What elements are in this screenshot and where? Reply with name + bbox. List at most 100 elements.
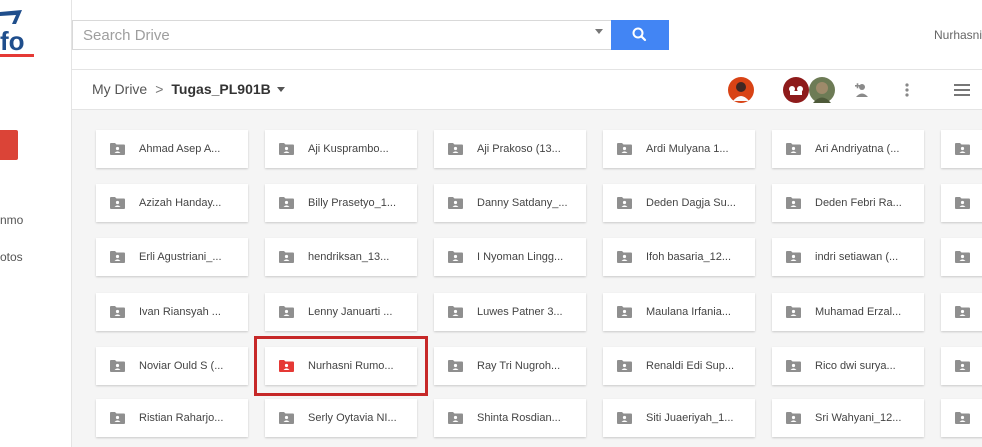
search-icon	[632, 27, 647, 42]
folder-tile[interactable]: Luwes Patner 3...	[434, 293, 586, 331]
folder-tile[interactable]: Ifoh basaria_12...	[603, 238, 755, 276]
shared-folder-icon	[110, 251, 125, 263]
folder-name: Billy Prasetyo_1...	[308, 197, 397, 209]
account-name[interactable]: Nurhasni	[934, 28, 982, 42]
folder-tile[interactable]: Billy Prasetyo_1...	[265, 184, 417, 222]
folder-name: Ardi Mulyana 1...	[646, 143, 729, 155]
folder-name: Ifoh basaria_12...	[646, 251, 732, 263]
shared-folder-icon	[617, 143, 632, 155]
shared-folder-icon	[786, 360, 801, 372]
folder-tile[interactable]: Danny Satdany_...	[434, 184, 586, 222]
folder-name: indri setiawan (...	[815, 251, 899, 263]
folder-name: Ahmad Asep A...	[139, 143, 221, 155]
shared-folder-icon	[110, 306, 125, 318]
folder-tile[interactable]	[941, 184, 982, 222]
folder-tile[interactable]: Deden Febri Ra...	[772, 184, 924, 222]
shared-folder-icon	[617, 306, 632, 318]
shared-folder-icon	[955, 360, 970, 372]
folder-tile[interactable]: Ray Tri Nugroh...	[434, 347, 586, 385]
shared-folder-icon	[279, 197, 294, 209]
shared-folder-icon	[448, 251, 463, 263]
shared-folder-icon	[279, 306, 294, 318]
folder-tile[interactable]: Serly Oytavia NI...	[265, 399, 417, 437]
folder-tile[interactable]: Maulana Irfania...	[603, 293, 755, 331]
folder-tile[interactable]: Rico dwi surya...	[772, 347, 924, 385]
folder-name: Ristian Raharjo...	[139, 412, 224, 424]
shared-folder-icon	[955, 197, 970, 209]
search-options-dropdown-icon[interactable]	[595, 29, 603, 34]
folder-tile[interactable]: Azizah Handay...	[96, 184, 248, 222]
folder-name: Erli Agustriani_...	[139, 251, 222, 263]
folder-tile[interactable]: Noviar Ould S (...	[96, 347, 248, 385]
folder-name: hendriksan_13...	[308, 251, 390, 263]
folder-name: Lenny Januarti ...	[308, 306, 393, 318]
folder-name: Noviar Ould S (...	[139, 360, 224, 372]
folder-tile[interactable]	[941, 399, 982, 437]
top-bar: Nurhasni	[72, 0, 982, 70]
folder-name: Azizah Handay...	[139, 197, 222, 209]
folder-tile[interactable]: Muhamad Erzal...	[772, 293, 924, 331]
shared-folder-icon	[955, 251, 970, 263]
folder-name: Aji Prakoso (13...	[477, 143, 561, 155]
breadcrumb-separator: >	[155, 81, 164, 97]
new-button[interactable]	[0, 130, 18, 160]
folder-tile[interactable]: Aji Kusprambo...	[265, 130, 417, 168]
shared-folder-icon	[786, 197, 801, 209]
folder-name: Muhamad Erzal...	[815, 306, 902, 318]
search-box	[72, 20, 612, 50]
shared-folder-icon	[786, 251, 801, 263]
folder-name: I Nyoman Lingg...	[477, 251, 564, 263]
sidebar-item-nmo[interactable]: nmo	[0, 213, 23, 227]
share-person-add-icon[interactable]	[851, 79, 873, 101]
folder-name: Renaldi Edi Sup...	[646, 360, 735, 372]
shared-folder-icon	[448, 360, 463, 372]
drive-logo[interactable]: fo	[0, 4, 60, 60]
folder-name: Sri Wahyani_12...	[815, 412, 902, 424]
folder-tile[interactable]: Ari Andriyatna (...	[772, 130, 924, 168]
folder-tile[interactable]: Ardi Mulyana 1...	[603, 130, 755, 168]
folder-tile[interactable]: Siti Juaeriyah_1...	[603, 399, 755, 437]
folder-tile[interactable]: Ivan Riansyah ...	[96, 293, 248, 331]
folder-menu-dropdown-icon[interactable]	[276, 87, 285, 92]
shared-folder-icon	[279, 143, 294, 155]
search-input[interactable]	[73, 21, 573, 49]
breadcrumb-current-folder[interactable]: Tugas_PL901B	[171, 81, 270, 97]
folder-tile[interactable]: hendriksan_13...	[265, 238, 417, 276]
folder-tile[interactable]: Deden Dagja Su...	[603, 184, 755, 222]
list-view-icon[interactable]	[951, 79, 973, 101]
collaborator-avatar[interactable]	[728, 77, 754, 103]
folder-tile[interactable]: Sri Wahyani_12...	[772, 399, 924, 437]
shared-folder-icon	[617, 412, 632, 424]
folder-tile[interactable]: Ristian Raharjo...	[96, 399, 248, 437]
folder-tile[interactable]: Ahmad Asep A...	[96, 130, 248, 168]
folder-tile[interactable]	[941, 130, 982, 168]
folder-tile[interactable]: Lenny Januarti ...	[265, 293, 417, 331]
sidebar-item-otos[interactable]: otos	[0, 250, 23, 264]
folder-tile[interactable]: Aji Prakoso (13...	[434, 130, 586, 168]
selection-highlight-box	[254, 336, 428, 396]
collaborator-avatar[interactable]	[783, 77, 809, 103]
shared-folder-icon	[448, 412, 463, 424]
folder-tile[interactable]: Shinta Rosdian...	[434, 399, 586, 437]
more-actions-icon[interactable]	[896, 79, 918, 101]
shared-folder-icon	[110, 412, 125, 424]
folder-tile[interactable]: Erli Agustriani_...	[96, 238, 248, 276]
folder-name: Ray Tri Nugroh...	[477, 360, 561, 372]
folder-name: Luwes Patner 3...	[477, 306, 563, 318]
folder-tile[interactable]	[941, 347, 982, 385]
shared-folder-icon	[786, 412, 801, 424]
shared-folder-icon	[448, 197, 463, 209]
folder-tile[interactable]: Renaldi Edi Sup...	[603, 347, 755, 385]
shared-folder-icon	[110, 360, 125, 372]
shared-folder-icon	[786, 143, 801, 155]
folder-tile[interactable]: indri setiawan (...	[772, 238, 924, 276]
collaborator-avatar[interactable]	[809, 77, 835, 103]
folder-tile[interactable]: I Nyoman Lingg...	[434, 238, 586, 276]
folder-tile[interactable]	[941, 293, 982, 331]
folder-tile[interactable]	[941, 238, 982, 276]
shared-folder-icon	[617, 251, 632, 263]
breadcrumb-bar: My Drive > Tugas_PL901B	[72, 70, 982, 110]
shared-folder-icon	[786, 306, 801, 318]
breadcrumb-my-drive[interactable]: My Drive	[92, 81, 147, 97]
search-button[interactable]	[611, 20, 669, 50]
